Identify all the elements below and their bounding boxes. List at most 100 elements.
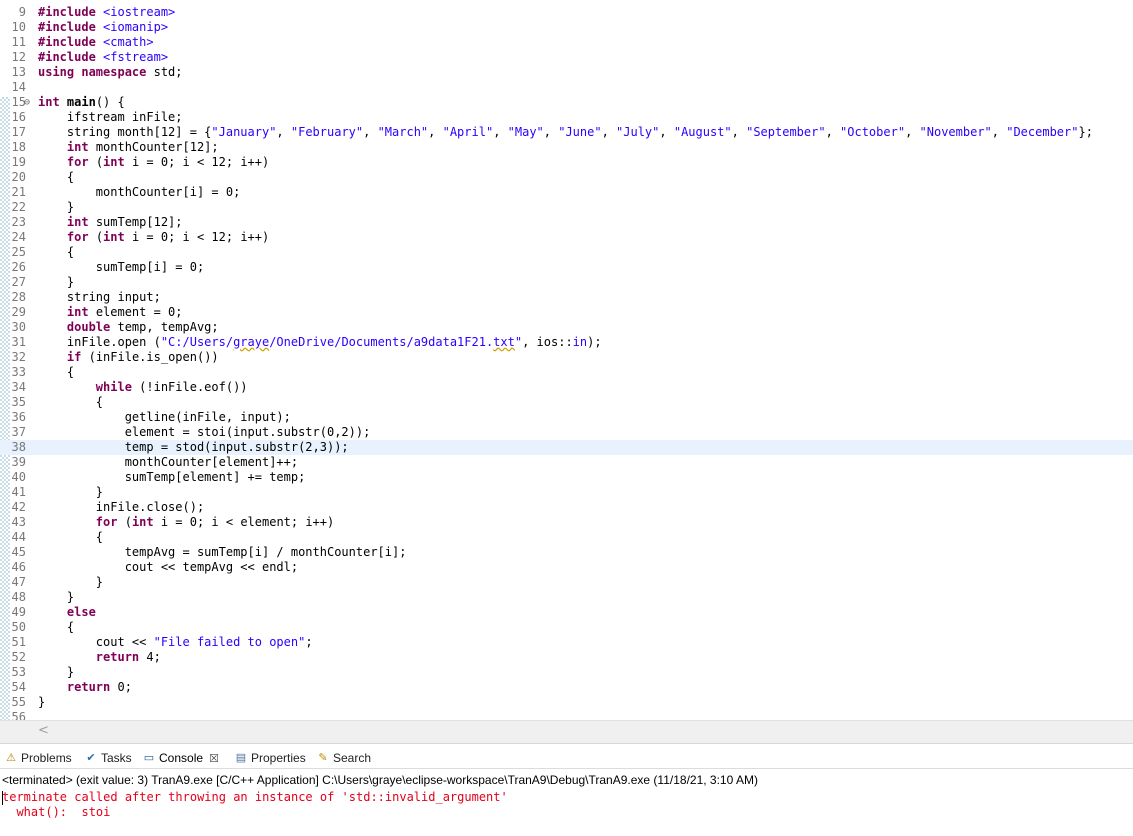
view-tab-bar: ⚠ Problems ✔ Tasks ▭ Console ☒ ▤ Propert… — [0, 746, 1133, 769]
code-line[interactable]: 34 while (!inFile.eof()) — [0, 380, 1133, 395]
code-line[interactable]: 16 ifstream inFile; — [0, 110, 1133, 125]
code-line[interactable]: 21 monthCounter[i] = 0; — [0, 185, 1133, 200]
tab-properties[interactable]: ▤ Properties — [234, 749, 306, 767]
code-text: cout << tempAvg << endl; — [38, 560, 298, 575]
code-line[interactable]: 18 int monthCounter[12]; — [0, 140, 1133, 155]
code-token: monthCounter[12]; — [95, 140, 219, 154]
code-line[interactable]: 51 cout << "File failed to open"; — [0, 635, 1133, 650]
code-token: , — [493, 125, 508, 139]
code-text: while (!inFile.eof()) — [38, 380, 248, 395]
code-line[interactable]: 50 { — [0, 620, 1133, 635]
tab-console[interactable]: ▭ Console ☒ — [142, 749, 219, 767]
code-token: (inFile.is_open()) — [88, 350, 219, 364]
code-token: i = 0; i < element; i++) — [160, 515, 335, 529]
code-line[interactable]: 20 { — [0, 170, 1133, 185]
tab-problems[interactable]: ⚠ Problems — [4, 749, 72, 767]
code-line[interactable]: 27 } — [0, 275, 1133, 290]
code-token: , — [991, 125, 1007, 139]
code-line[interactable]: 55} — [0, 695, 1133, 710]
code-line[interactable]: 13 using namespace std; — [0, 65, 1133, 80]
fold-toggle-icon[interactable]: ⊖ — [24, 95, 30, 110]
scroll-left-icon[interactable]: < — [38, 723, 49, 738]
code-token: double — [66, 320, 118, 334]
code-line[interactable]: 35 { — [0, 395, 1133, 410]
code-line[interactable]: 15 ⊖ int main() { — [0, 95, 1133, 110]
code-text: { — [38, 170, 74, 185]
code-token: #include — [38, 5, 104, 19]
code-line[interactable]: 32 if (inFile.is_open()) — [0, 350, 1133, 365]
code-line[interactable]: 44 { — [0, 530, 1133, 545]
code-token: i = 0; i < 12; i++) — [131, 230, 270, 244]
code-line[interactable]: 54 return 0; — [0, 680, 1133, 695]
line-number: 37 — [11, 425, 26, 439]
tab-search[interactable]: ✎ Search — [316, 749, 371, 767]
line-number: 12 — [11, 50, 26, 64]
code-line[interactable]: 17 string month[12] = {"January", "Febru… — [0, 125, 1133, 140]
code-line[interactable]: 31 inFile.open ("C:/Users/graye/OneDrive… — [0, 335, 1133, 350]
code-line[interactable]: 30 double temp, tempAvg; — [0, 320, 1133, 335]
code-line[interactable]: 9 #include <iostream> — [0, 5, 1133, 20]
code-line[interactable]: 22 } — [0, 200, 1133, 215]
code-token: #include — [38, 20, 104, 34]
line-number: 19 — [11, 155, 26, 169]
line-number: 52 — [11, 650, 26, 664]
tab-tasks-label: Tasks — [101, 751, 132, 765]
code-text: getline(inFile, input); — [38, 410, 291, 425]
code-token: <fstream> — [103, 50, 169, 64]
code-line[interactable]: 47 } — [0, 575, 1133, 590]
code-line[interactable]: 46 cout << tempAvg << endl; — [0, 560, 1133, 575]
code-line[interactable]: 23 int sumTemp[12]; — [0, 215, 1133, 230]
properties-icon: ▤ — [235, 751, 247, 764]
code-line[interactable]: 37 element = stoi(input.substr(0,2)); — [0, 425, 1133, 440]
code-line[interactable]: 43 for (int i = 0; i < element; i++) — [0, 515, 1133, 530]
line-number: 35 — [11, 395, 26, 409]
code-line[interactable]: 25 { — [0, 245, 1133, 260]
code-line[interactable]: 24 for (int i = 0; i < 12; i++) — [0, 230, 1133, 245]
code-token: string input; — [38, 290, 161, 304]
code-token: , — [601, 125, 617, 139]
code-line[interactable]: 48 } — [0, 590, 1133, 605]
code-token: ifstream inFile; — [38, 110, 183, 124]
code-token: "File failed to open" — [153, 635, 306, 649]
code-line[interactable]: 49 else — [0, 605, 1133, 620]
code-line[interactable]: 41 } — [0, 485, 1133, 500]
code-token: () { — [95, 95, 125, 109]
code-token: sumTemp[element] += temp; — [38, 470, 306, 484]
line-number: 56 — [11, 710, 26, 720]
code-line[interactable]: 40 sumTemp[element] += temp; — [0, 470, 1133, 485]
code-line[interactable]: 28 string input; — [0, 290, 1133, 305]
code-text: return 0; — [38, 680, 132, 695]
code-line[interactable]: 14 — [0, 80, 1133, 95]
code-token: , — [825, 125, 841, 139]
horizontal-scrollbar[interactable]: < — [0, 720, 1133, 744]
code-line[interactable]: 42 inFile.close(); — [0, 500, 1133, 515]
code-line[interactable]: 33 { — [0, 365, 1133, 380]
tab-tasks[interactable]: ✔ Tasks — [84, 749, 132, 767]
code-token: "October" — [840, 125, 906, 139]
line-number: 46 — [11, 560, 26, 574]
code-line[interactable]: 38 temp = stod(input.substr(2,3)); — [0, 440, 1133, 455]
code-token: temp = stod(input.substr(2,3)); — [38, 440, 349, 454]
code-line[interactable]: 10 #include <iomanip> — [0, 20, 1133, 35]
code-line[interactable]: 56 — [0, 710, 1133, 720]
code-line[interactable]: 26 sumTemp[i] = 0; — [0, 260, 1133, 275]
code-line[interactable]: 36 getline(inFile, input); — [0, 410, 1133, 425]
code-line[interactable]: 53 } — [0, 665, 1133, 680]
code-line[interactable]: 12 #include <fstream> — [0, 50, 1133, 65]
code-line[interactable]: 19 for (int i = 0; i < 12; i++) — [0, 155, 1133, 170]
code-line[interactable]: 45 tempAvg = sumTemp[i] / monthCounter[i… — [0, 545, 1133, 560]
code-text: } — [38, 695, 45, 710]
code-line[interactable]: 52 return 4; — [0, 650, 1133, 665]
code-editor[interactable]: 9 #include <iostream> 10 #include <iomanip>… — [0, 0, 1133, 720]
code-line[interactable]: 29 int element = 0; — [0, 305, 1133, 320]
line-number: 53 — [11, 665, 26, 679]
line-number: 20 — [11, 170, 26, 184]
code-line[interactable]: 11 #include <cmath> — [0, 35, 1133, 50]
code-line[interactable]: 39 monthCounter[element]++; — [0, 455, 1133, 470]
close-icon[interactable]: ☒ — [209, 752, 219, 765]
